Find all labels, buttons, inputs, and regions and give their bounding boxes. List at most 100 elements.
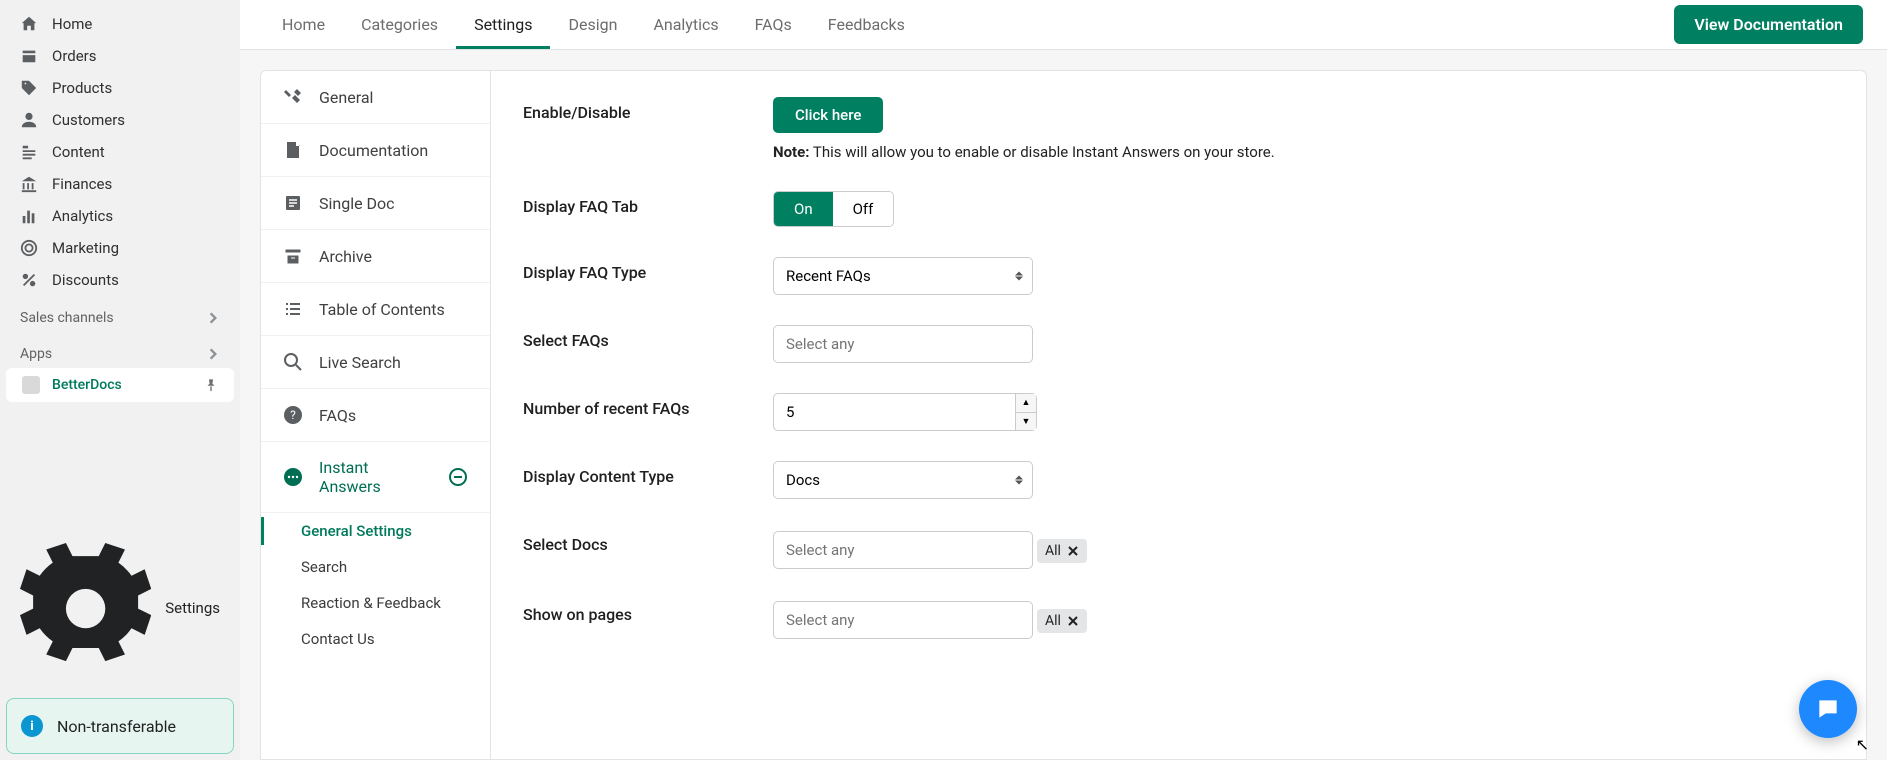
tab-settings[interactable]: Settings: [456, 1, 550, 49]
gear-icon: [20, 543, 151, 674]
collapse-icon[interactable]: [448, 467, 468, 487]
nav-analytics[interactable]: Analytics: [0, 200, 240, 232]
app-betterdocs[interactable]: BetterDocs: [6, 368, 234, 402]
nav-products[interactable]: Products: [0, 72, 240, 104]
show-on-pages-input[interactable]: [773, 601, 1033, 639]
settings-nav-label: Live Search: [319, 353, 401, 372]
settings-nav-toc[interactable]: Table of Contents: [261, 283, 490, 336]
sub-contact-us[interactable]: Contact Us: [261, 621, 490, 657]
settings-nav-live-search[interactable]: Live Search: [261, 336, 490, 389]
nav-label: Discounts: [52, 271, 119, 289]
tab-feedbacks[interactable]: Feedbacks: [810, 1, 923, 49]
faq-tab-toggle: On Off: [773, 191, 894, 227]
nav-settings[interactable]: Settings: [0, 533, 240, 684]
tab-analytics[interactable]: Analytics: [635, 1, 736, 49]
nav-label: Finances: [52, 175, 112, 193]
settings-nav-label: Documentation: [319, 141, 428, 160]
nav-label: Analytics: [52, 207, 113, 225]
archive-icon: [283, 246, 303, 266]
content-type-select-el[interactable]: Docs: [773, 461, 1033, 499]
settings-label: Settings: [165, 599, 220, 617]
svg-text:?: ?: [290, 408, 296, 422]
toggle-on[interactable]: On: [774, 192, 833, 226]
target-icon: [20, 239, 38, 257]
row-select-docs: Select Docs All: [523, 529, 1834, 569]
settings-nav-archive[interactable]: Archive: [261, 230, 490, 283]
settings-nav-general[interactable]: General: [261, 71, 490, 124]
user-icon: [20, 111, 38, 129]
row-display-faq-tab: Display FAQ Tab On Off: [523, 191, 1834, 227]
settings-nav-label: Single Doc: [319, 194, 395, 213]
tab-categories[interactable]: Categories: [343, 1, 456, 49]
select-faqs-input[interactable]: [773, 325, 1033, 363]
settings-nav-documentation[interactable]: Documentation: [261, 124, 490, 177]
sales-channels-header[interactable]: Sales channels: [0, 296, 240, 332]
row-content-type: Display Content Type Docs: [523, 461, 1834, 499]
section-label: Apps: [20, 346, 52, 362]
faq-type-select-el[interactable]: Recent FAQs: [773, 257, 1033, 295]
bars-icon: [20, 207, 38, 225]
num-recent-label: Number of recent FAQs: [523, 393, 773, 418]
app-icon: [22, 376, 40, 394]
apps-header[interactable]: Apps: [0, 332, 240, 368]
tab-design[interactable]: Design: [550, 1, 635, 49]
settings-nav-single-doc[interactable]: Single Doc: [261, 177, 490, 230]
tab-faqs[interactable]: FAQs: [737, 1, 810, 49]
settings-nav-instant-answers[interactable]: Instant Answers: [261, 442, 490, 513]
settings-nav-faqs[interactable]: ? FAQs: [261, 389, 490, 442]
sub-search[interactable]: Search: [261, 549, 490, 585]
select-faqs-label: Select FAQs: [523, 325, 773, 350]
nav-label: Products: [52, 79, 112, 97]
close-icon[interactable]: [1067, 615, 1079, 627]
settings-nav-label: Archive: [319, 247, 372, 266]
app-label: BetterDocs: [52, 377, 192, 393]
chat-fab[interactable]: [1799, 680, 1857, 738]
top-tabs: Home Categories Settings Design Analytic…: [240, 0, 1887, 50]
nav-finances[interactable]: Finances: [0, 168, 240, 200]
tab-home[interactable]: Home: [264, 1, 343, 49]
list-icon: [283, 299, 303, 319]
search-icon: [283, 352, 303, 372]
nav-label: Content: [52, 143, 105, 161]
row-display-faq-type: Display FAQ Type Recent FAQs: [523, 257, 1834, 295]
step-down-button[interactable]: ▼: [1016, 413, 1036, 431]
note-bold: Note:: [773, 143, 809, 161]
page-icon: [283, 193, 303, 213]
chip-all-docs: All: [1037, 539, 1087, 563]
doc-icon: [283, 140, 303, 160]
display-faq-tab-label: Display FAQ Tab: [523, 191, 773, 216]
faq-type-select[interactable]: Recent FAQs: [773, 257, 1033, 295]
tag-icon: [20, 79, 38, 97]
chat-bubble-icon: [1815, 696, 1841, 722]
chip-label: All: [1045, 613, 1061, 629]
orders-icon: [20, 47, 38, 65]
nav-marketing[interactable]: Marketing: [0, 232, 240, 264]
tools-icon: [283, 87, 303, 107]
workspace: General Documentation Single Doc Archive…: [240, 50, 1887, 760]
nav-label: Marketing: [52, 239, 119, 257]
sub-reaction-feedback[interactable]: Reaction & Feedback: [261, 585, 490, 621]
select-docs-input[interactable]: [773, 531, 1033, 569]
step-up-button[interactable]: ▲: [1016, 394, 1036, 413]
nav-home[interactable]: Home: [0, 8, 240, 40]
settings-nav-label: Table of Contents: [319, 300, 445, 319]
chip-label: All: [1045, 543, 1061, 559]
non-transferable-badge: i Non-transferable: [6, 698, 234, 754]
badge-text: Non-transferable: [57, 717, 176, 736]
settings-nav-label: General: [319, 88, 373, 107]
select-docs-label: Select Docs: [523, 529, 773, 554]
nav-discounts[interactable]: Discounts: [0, 264, 240, 296]
nav-content[interactable]: Content: [0, 136, 240, 168]
pin-icon[interactable]: [204, 378, 218, 392]
click-here-button[interactable]: Click here: [773, 97, 883, 133]
num-recent-input[interactable]: [773, 393, 1016, 431]
nav-customers[interactable]: Customers: [0, 104, 240, 136]
info-icon: i: [21, 715, 43, 737]
view-documentation-button[interactable]: View Documentation: [1674, 5, 1863, 44]
sub-general-settings[interactable]: General Settings: [261, 513, 490, 549]
close-icon[interactable]: [1067, 545, 1079, 557]
nav-orders[interactable]: Orders: [0, 40, 240, 72]
content-type-select[interactable]: Docs: [773, 461, 1033, 499]
content-type-label: Display Content Type: [523, 461, 773, 486]
toggle-off[interactable]: Off: [833, 192, 894, 226]
